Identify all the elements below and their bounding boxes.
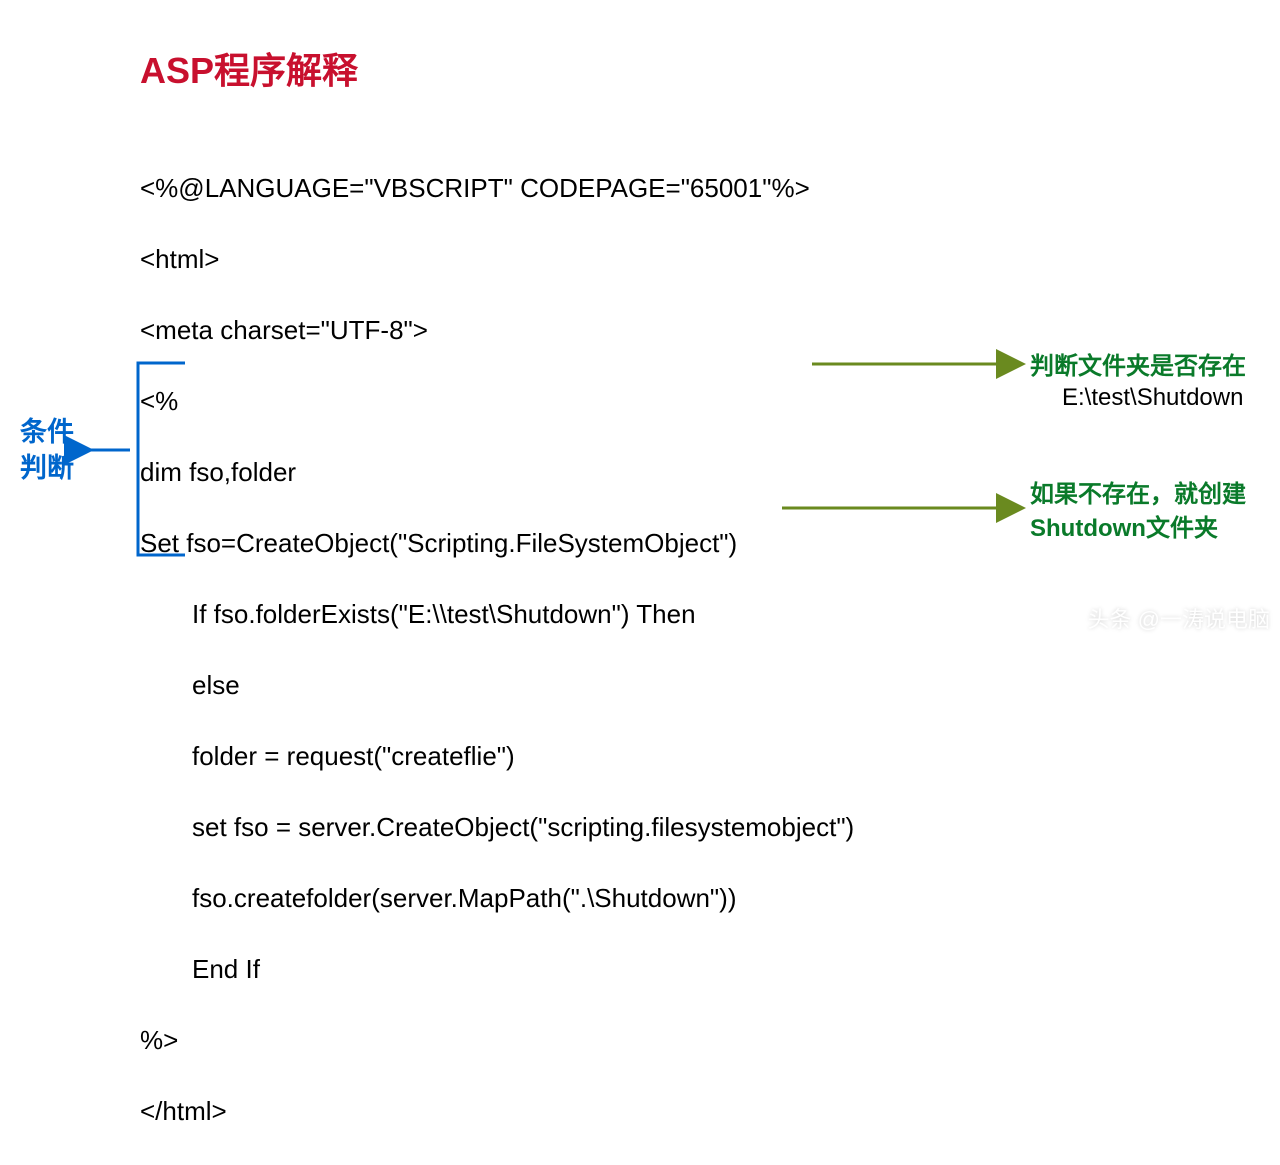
slide-title: ASP程序解释 bbox=[140, 42, 358, 94]
code-line: dim fso,folder bbox=[140, 455, 854, 491]
right-callout-1-sub: E:\test\Shutdown bbox=[1062, 384, 1243, 412]
code-line: <meta charset="UTF-8"> bbox=[140, 313, 854, 349]
code-line: else bbox=[140, 668, 854, 704]
right-callout-1: 判断文件夹是否存在 bbox=[1030, 350, 1246, 384]
right-callout-2-line1: 如果不存在，就创建 bbox=[1030, 478, 1246, 512]
right-callout-2-line2: Shutdown文件夹 bbox=[1030, 512, 1246, 546]
code-line: Set fso=CreateObject("Scripting.FileSyst… bbox=[140, 526, 854, 562]
right-callout-2: 如果不存在，就创建 Shutdown文件夹 bbox=[1030, 478, 1246, 546]
code-line: %> bbox=[140, 1023, 854, 1059]
code-line: </html> bbox=[140, 1094, 854, 1130]
code-line: folder = request("createflie") bbox=[140, 739, 854, 775]
shutdown-label: Shutdown bbox=[1030, 515, 1146, 542]
code-line: fso.createfolder(server.MapPath(".\Shutd… bbox=[140, 881, 854, 917]
folder-label: 文件夹 bbox=[1146, 515, 1218, 542]
watermark: 头条 @一涛说电脑 bbox=[1088, 602, 1270, 634]
code-line: <html> bbox=[140, 242, 854, 278]
code-line: set fso = server.CreateObject("scripting… bbox=[140, 810, 854, 846]
code-block: <%@LANGUAGE="VBSCRIPT" CODEPAGE="65001"%… bbox=[140, 135, 854, 1165]
left-callout-line: 条件 bbox=[20, 414, 74, 450]
code-line: If fso.folderExists("E:\\test\Shutdown")… bbox=[140, 597, 854, 633]
code-line: <%@LANGUAGE="VBSCRIPT" CODEPAGE="65001"%… bbox=[140, 171, 854, 207]
code-line: <% bbox=[140, 384, 854, 420]
code-line: End If bbox=[140, 952, 854, 988]
left-callout-label: 条件 判断 bbox=[20, 414, 74, 486]
left-callout-line: 判断 bbox=[20, 450, 74, 486]
